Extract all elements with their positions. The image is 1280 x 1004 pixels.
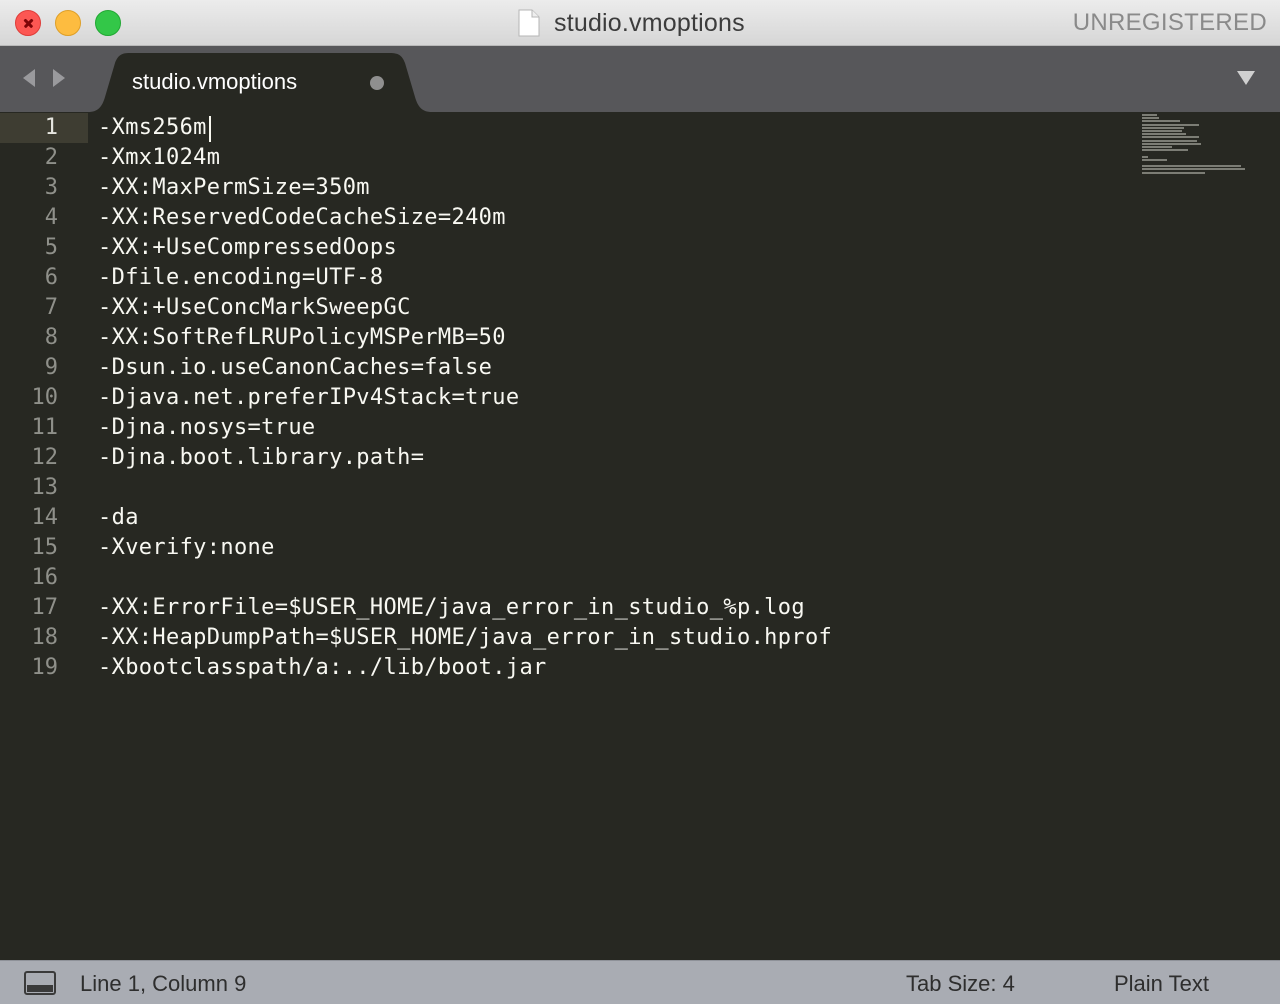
line-number: 5 [44, 235, 58, 260]
panel-toggle-icon[interactable] [24, 971, 56, 995]
code-line[interactable]: -Xms256m [98, 113, 207, 143]
minimap[interactable] [1140, 114, 1250, 194]
code-line[interactable]: -XX:MaxPermSize=350m [98, 173, 370, 203]
code-line[interactable]: -Dfile.encoding=UTF-8 [98, 263, 384, 293]
line-number: 15 [31, 535, 59, 560]
line-number: 13 [31, 475, 59, 500]
code-line[interactable]: -XX:+UseCompressedOops [98, 233, 397, 263]
minimize-window-button[interactable] [55, 10, 81, 36]
code-line[interactable]: -da [98, 503, 139, 533]
minimap-line [1142, 139, 1197, 142]
editor-area[interactable]: 1 2 3 4 5 6 7 8 9 10 11 12 13 14 15 16 17 18 19 -Xms256m -X… [0, 112, 1280, 960]
zoom-window-button[interactable] [95, 10, 121, 36]
code-line[interactable]: -XX:ErrorFile=$USER_HOME/java_error_in_s… [98, 593, 805, 623]
line-number: 14 [31, 505, 59, 530]
minimap-line [1142, 117, 1159, 120]
code-line[interactable]: -XX:HeapDumpPath=$USER_HOME/java_error_i… [98, 623, 832, 653]
window-title-group: studio.vmoptions [518, 6, 745, 40]
window-title: studio.vmoptions [554, 8, 745, 37]
license-status: UNREGISTERED [1072, 9, 1267, 36]
line-number: 12 [31, 445, 59, 470]
code-line[interactable]: -Djna.boot.library.path= [98, 443, 424, 473]
syntax-selector[interactable]: Plain Text [1114, 971, 1209, 997]
line-number: 1 [44, 115, 58, 140]
unsaved-indicator-icon[interactable] [370, 76, 384, 90]
code-line[interactable]: -Dsun.io.useCanonCaches=false [98, 353, 492, 383]
code-line[interactable]: -XX:ReservedCodeCacheSize=240m [98, 203, 506, 233]
code-line[interactable]: -Xmx1024m [98, 143, 220, 173]
tab-size-selector[interactable]: Tab Size: 4 [906, 971, 1015, 997]
status-bar: Line 1, Column 9 Tab Size: 4 Plain Text [0, 960, 1280, 1004]
minimap-line [1142, 126, 1184, 129]
previous-tab-icon[interactable] [20, 67, 38, 89]
minimap-line [1142, 136, 1199, 139]
line-number: 7 [44, 295, 58, 320]
line-number-gutter: 1 2 3 4 5 6 7 8 9 10 11 12 13 14 15 16 17 18 19 [0, 112, 88, 960]
code-line[interactable]: -Djava.net.preferIPv4Stack=true [98, 383, 519, 413]
minimap-line [1142, 114, 1157, 116]
minimap-line [1142, 146, 1172, 148]
close-window-button[interactable] [15, 10, 41, 36]
tab-menu-dropdown-icon[interactable] [1236, 70, 1256, 86]
line-number: 3 [44, 175, 58, 200]
line-number: 19 [31, 655, 59, 680]
line-number: 6 [44, 265, 58, 290]
minimap-line [1142, 130, 1182, 132]
minimap-line [1142, 120, 1180, 123]
line-number: 10 [31, 385, 59, 410]
code-line[interactable]: -XX:+UseConcMarkSweepGC [98, 293, 411, 323]
code-line[interactable]: -Xbootclasspath/a:../lib/boot.jar [98, 653, 547, 683]
minimap-line [1142, 142, 1201, 145]
cursor-position: Line 1, Column 9 [80, 971, 247, 996]
minimap-line [1142, 133, 1186, 136]
tab-navigation [20, 67, 68, 89]
minimap-line [1142, 158, 1167, 161]
line-number: 2 [44, 145, 58, 170]
minimap-line [1142, 149, 1188, 152]
line-number: 17 [31, 595, 59, 620]
line-number: 8 [44, 325, 58, 350]
minimap-line [1142, 123, 1199, 126]
line-number: 18 [31, 625, 59, 650]
title-bar: studio.vmoptions UNREGISTERED [0, 0, 1280, 46]
code-line[interactable]: -Djna.nosys=true [98, 413, 316, 443]
line-number: 4 [44, 205, 58, 230]
line-number: 16 [31, 565, 59, 590]
text-cursor [209, 116, 211, 142]
minimap-line [1142, 155, 1148, 158]
code-line[interactable]: -XX:SoftRefLRUPolicyMSPerMB=50 [98, 323, 506, 353]
document-icon [518, 9, 540, 37]
next-tab-icon[interactable] [50, 67, 68, 89]
tab-studio-vmoptions[interactable]: studio.vmoptions [88, 53, 432, 112]
minimap-line [1142, 168, 1245, 171]
line-number: 11 [31, 415, 59, 440]
tab-bar: studio.vmoptions [0, 46, 1280, 112]
minimap-line [1142, 165, 1241, 168]
line-number: 9 [44, 355, 58, 380]
code-line[interactable]: -Xverify:none [98, 533, 275, 563]
minimap-line [1142, 171, 1205, 174]
tab-label: studio.vmoptions [132, 69, 298, 94]
